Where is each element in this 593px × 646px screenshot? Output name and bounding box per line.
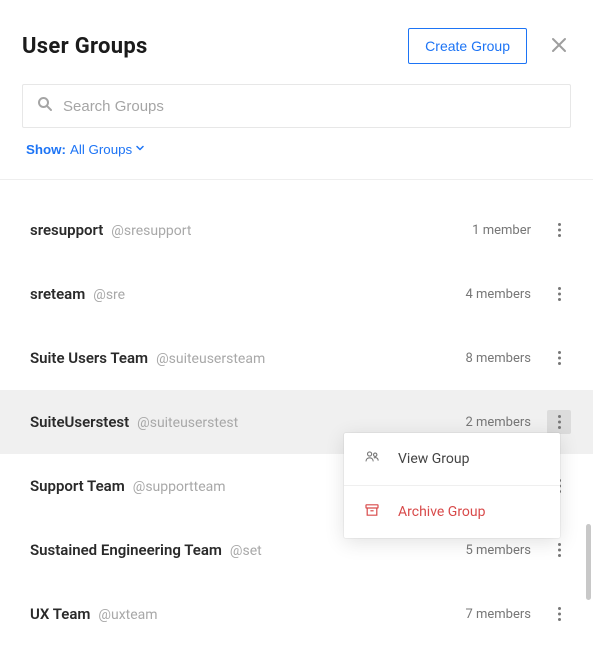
close-button[interactable] <box>547 31 571 61</box>
kebab-icon <box>558 351 561 365</box>
group-name: Sustained Engineering Team <box>30 541 222 559</box>
filter-dropdown[interactable]: Show: All Groups <box>26 142 144 157</box>
group-name: UX Team <box>30 605 90 623</box>
group-name: sreteam <box>30 285 85 303</box>
member-count: 7 members <box>465 607 531 622</box>
row-actions-button[interactable] <box>547 346 571 370</box>
group-handle: @suiteusersteam <box>156 351 265 367</box>
group-handle: @supportteam <box>133 479 226 495</box>
kebab-icon <box>558 287 561 301</box>
archive-group-label: Archive Group <box>398 504 486 520</box>
group-row[interactable]: sresupport @sresupport 1 member <box>0 198 593 262</box>
kebab-icon <box>558 543 561 557</box>
scrollbar[interactable] <box>586 524 591 600</box>
member-count: 2 members <box>465 415 531 430</box>
row-actions-button[interactable] <box>547 538 571 562</box>
page-title: User Groups <box>22 34 148 59</box>
group-name: sresupport <box>30 221 103 239</box>
view-group-menu-item[interactable]: View Group <box>344 433 560 485</box>
row-actions-button[interactable] <box>547 282 571 306</box>
group-row[interactable]: Suite Users Team @suiteusersteam 8 members <box>0 326 593 390</box>
close-icon <box>551 37 567 53</box>
group-icon <box>364 449 380 469</box>
group-list: sresupport @sresupport 1 member sreteam @sre… <box>0 198 593 646</box>
kebab-icon <box>558 415 561 429</box>
archive-group-menu-item[interactable]: Archive Group <box>344 485 560 538</box>
row-actions-button[interactable] <box>547 602 571 626</box>
kebab-icon <box>558 223 561 237</box>
search-icon <box>37 96 53 116</box>
filter-value: All Groups <box>70 142 132 157</box>
divider <box>0 179 593 180</box>
member-count: 5 members <box>465 543 531 558</box>
group-name: Suite Users Team <box>30 349 148 367</box>
member-count: 1 member <box>472 223 531 238</box>
row-actions-button[interactable] <box>547 410 571 434</box>
group-handle: @uxteam <box>98 607 157 623</box>
context-menu: View Group Archive Group <box>344 433 560 538</box>
group-row[interactable]: UX Team @uxteam 7 members <box>0 582 593 646</box>
member-count: 4 members <box>465 287 531 302</box>
group-handle: @sresupport <box>111 223 191 239</box>
view-group-label: View Group <box>398 451 469 467</box>
member-count: 8 members <box>465 351 531 366</box>
chevron-down-icon <box>136 144 144 155</box>
group-handle: @suiteuserstest <box>137 415 238 431</box>
group-name: Support Team <box>30 477 125 495</box>
create-group-button[interactable]: Create Group <box>408 28 527 64</box>
search-input[interactable] <box>63 98 556 115</box>
archive-icon <box>364 502 380 522</box>
group-name: SuiteUserstest <box>30 413 129 431</box>
kebab-icon <box>558 607 561 621</box>
group-handle: @set <box>230 543 262 559</box>
filter-prefix: Show: <box>26 142 66 157</box>
group-row[interactable]: sreteam @sre 4 members <box>0 262 593 326</box>
group-handle: @sre <box>93 287 125 303</box>
search-field[interactable] <box>22 84 571 128</box>
row-actions-button[interactable] <box>547 218 571 242</box>
